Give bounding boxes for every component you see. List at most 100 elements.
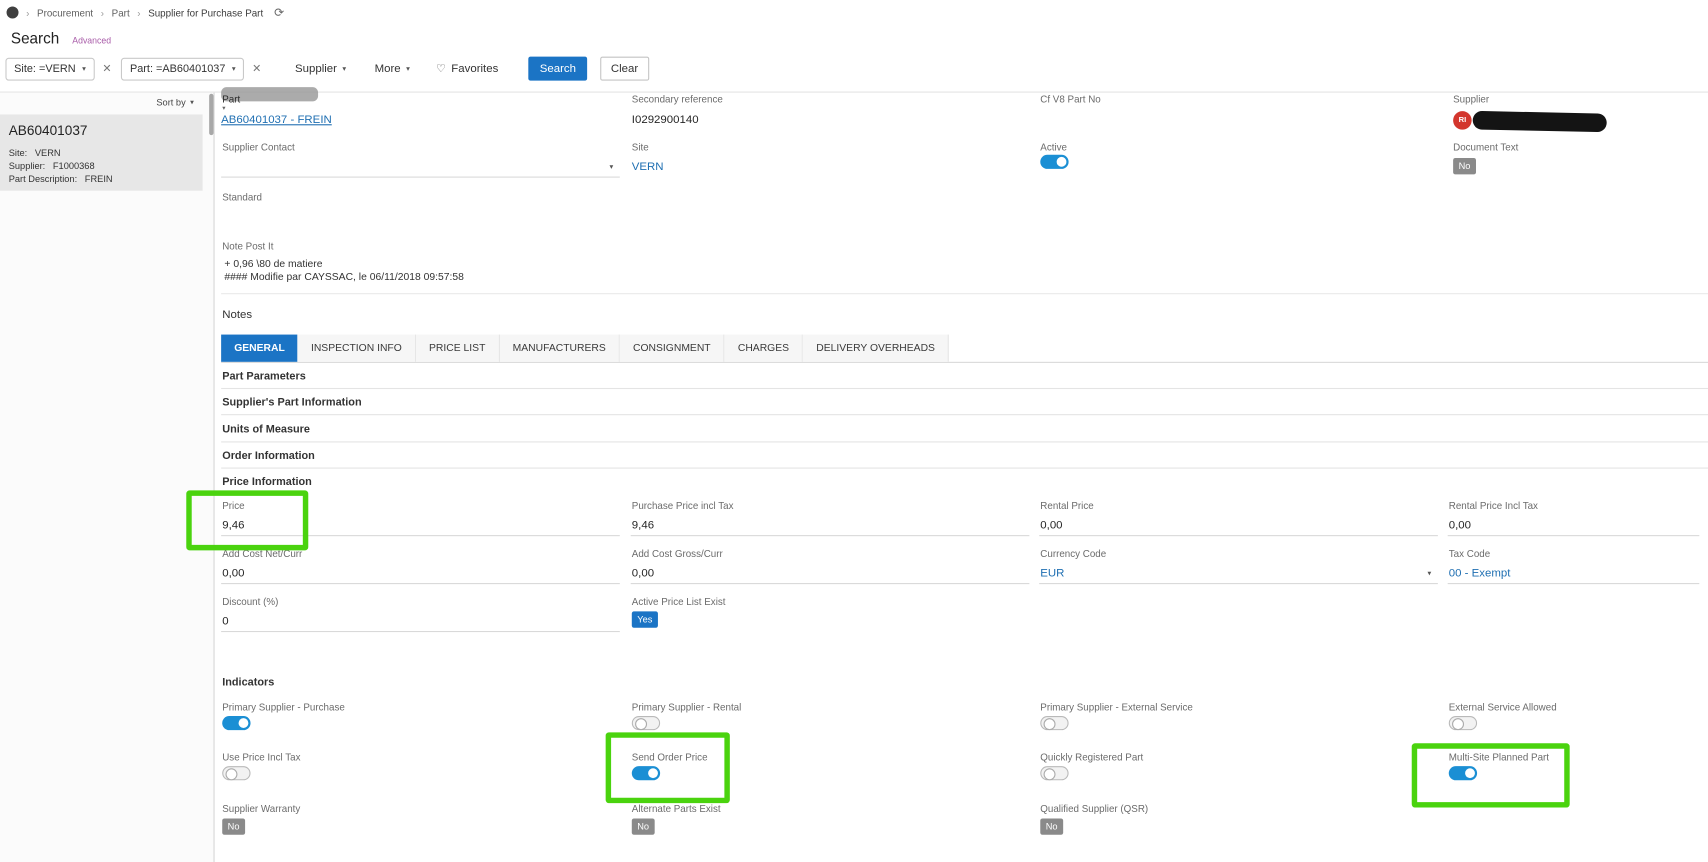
active-label: Active — [1040, 141, 1067, 153]
rental-price-value: 0,00 — [1040, 518, 1063, 532]
supplier-avatar: RI — [1453, 111, 1472, 130]
currency-code-select[interactable]: EUR ▾ — [1039, 565, 1438, 585]
site-link[interactable]: VERN — [632, 160, 664, 173]
add-cost-gross-curr-input[interactable]: 0,00 — [630, 565, 1030, 585]
note-post-it-underline — [221, 293, 1708, 295]
result-item-supplier-value: F1000368 — [52, 160, 95, 172]
rental-price-incl-tax-label: Rental Price Incl Tax — [1448, 500, 1538, 512]
favorites-label: Favorites — [451, 62, 499, 76]
note-post-it-line-2[interactable]: #### Modifie par CAYSSAC, le 06/11/2018 … — [224, 271, 464, 283]
chevron-down-icon: ▾ — [1427, 569, 1432, 578]
supplier-filter-dropdown[interactable]: Supplier ▾ — [295, 62, 346, 75]
quickly-registered-part-toggle[interactable] — [1040, 766, 1069, 781]
use-price-incl-tax-label: Use Price Incl Tax — [222, 751, 301, 763]
multi-site-planned-part-toggle[interactable] — [1448, 766, 1478, 781]
standard-label: Standard — [222, 191, 263, 203]
chevron-right-icon: › — [100, 7, 105, 18]
tab-strip: GENERAL INSPECTION INFO PRICE LIST MANUF… — [221, 334, 1708, 363]
use-price-incl-tax-toggle[interactable] — [222, 766, 251, 781]
primary-supplier-rental-label: Primary Supplier - Rental — [631, 701, 742, 713]
currency-code-value[interactable]: EUR — [1040, 567, 1064, 580]
purchase-price-incl-tax-input[interactable]: 9,46 — [630, 517, 1030, 537]
breadcrumb-item-procurement[interactable]: Procurement — [37, 7, 93, 18]
favorites-button[interactable]: ♡ Favorites — [436, 62, 498, 75]
section-suppliers-part-information[interactable]: Supplier's Part Information — [221, 390, 1708, 416]
search-title: Search — [10, 29, 60, 47]
refresh-icon[interactable]: ⟳ — [274, 5, 284, 20]
search-button[interactable]: Search — [528, 56, 587, 81]
note-post-it-line-1[interactable]: + 0,96 \80 de matiere — [224, 258, 322, 270]
external-service-allowed-toggle[interactable] — [1448, 715, 1478, 731]
tab-inspection-info[interactable]: INSPECTION INFO — [297, 334, 416, 362]
result-item-site-row: Site: VERN — [9, 147, 194, 158]
site-filter-remove-icon[interactable]: ✕ — [102, 63, 111, 75]
supplier-contact-label: Supplier Contact — [222, 141, 295, 153]
site-label: Site — [631, 141, 649, 153]
tab-consignment[interactable]: CONSIGNMENT — [619, 334, 725, 362]
notes-section-header: Notes — [222, 308, 253, 322]
price-input[interactable]: 9,46 — [221, 517, 620, 537]
part-filter-chip[interactable]: Part: =AB60401037 ▾ — [121, 57, 245, 81]
supplier-warranty-label: Supplier Warranty — [222, 803, 301, 815]
supplier-dropdown-label: Supplier — [294, 62, 337, 76]
price-value: 9,46 — [222, 518, 245, 532]
add-cost-gross-curr-label: Add Cost Gross/Curr — [631, 548, 723, 560]
tab-delivery-overheads[interactable]: DELIVERY OVERHEADS — [803, 334, 950, 362]
chevron-down-icon: ▾ — [190, 99, 194, 107]
primary-supplier-external-service-label: Primary Supplier - External Service — [1040, 701, 1193, 713]
site-filter-chip[interactable]: Site: =VERN ▾ — [5, 57, 95, 81]
tab-price-list[interactable]: PRICE LIST — [415, 334, 500, 362]
secondary-reference-value: I0292900140 — [631, 113, 699, 127]
supplier-label: Supplier — [1453, 93, 1490, 105]
section-part-parameters[interactable]: Part Parameters — [221, 364, 1708, 390]
part-link[interactable]: AB60401037 - FREIN — [221, 113, 332, 126]
site-filter-label: Site: =VERN — [14, 62, 76, 75]
breadcrumb-item-part[interactable]: Part — [112, 7, 130, 18]
tax-code-value[interactable]: 00 - Exempt — [1449, 567, 1511, 580]
rental-price-input[interactable]: 0,00 — [1039, 517, 1438, 537]
heart-icon: ♡ — [436, 62, 446, 75]
annotation-box-send-order-price — [605, 732, 730, 804]
add-cost-net-curr-input[interactable]: 0,00 — [221, 565, 620, 585]
sort-by-dropdown[interactable]: Sort by ▾ — [156, 97, 194, 108]
supplier-name-redaction — [1472, 110, 1607, 133]
section-units-of-measure[interactable]: Units of Measure — [221, 417, 1708, 443]
alternate-parts-exist-badge: No — [631, 818, 655, 835]
supplier-warranty-badge: No — [222, 818, 245, 835]
app-icon[interactable] — [6, 6, 19, 19]
chevron-down-icon: ▾ — [342, 65, 347, 74]
breadcrumb-item-current-page[interactable]: Supplier for Purchase Part — [148, 7, 263, 18]
purchase-price-incl-tax-value: 9,46 — [631, 518, 655, 532]
part-filter-remove-icon[interactable]: ✕ — [252, 63, 261, 75]
section-indicators[interactable]: Indicators — [222, 677, 274, 689]
send-order-price-toggle[interactable] — [631, 766, 661, 781]
section-price-information[interactable]: Price Information — [221, 470, 1708, 495]
primary-supplier-purchase-toggle[interactable] — [222, 715, 251, 731]
tab-charges[interactable]: CHARGES — [724, 334, 804, 362]
tax-code-input[interactable]: 00 - Exempt — [1447, 565, 1700, 585]
scrollbar-thumb[interactable] — [209, 93, 214, 136]
active-toggle[interactable] — [1040, 154, 1069, 169]
multi-site-planned-part-label: Multi-Site Planned Part — [1448, 751, 1550, 763]
result-item-supplier-row: Supplier: F1000368 — [9, 160, 194, 171]
part-filter-label: Part: =AB60401037 — [129, 62, 226, 75]
more-filters-dropdown[interactable]: More ▾ — [375, 62, 410, 75]
chevron-down-icon: ▾ — [231, 65, 236, 74]
clear-button[interactable]: Clear — [599, 56, 650, 81]
primary-supplier-external-service-toggle[interactable] — [1040, 715, 1069, 731]
discount-value: 0 — [222, 614, 229, 628]
more-dropdown-label: More — [374, 62, 401, 76]
tab-general[interactable]: GENERAL — [221, 334, 298, 362]
secondary-reference-label: Secondary reference — [631, 93, 723, 105]
supplier-contact-input[interactable]: ▾ — [221, 158, 620, 178]
rental-price-incl-tax-input[interactable]: 0,00 — [1447, 517, 1700, 537]
result-item-supplier-label: Supplier: — [8, 160, 46, 172]
discount-input[interactable]: 0 — [221, 612, 620, 633]
result-list-item-selected[interactable]: AB60401037 Site: VERN Supplier: F1000368… — [0, 114, 203, 191]
section-order-information[interactable]: Order Information — [221, 444, 1708, 469]
tab-manufacturers[interactable]: MANUFACTURERS — [499, 334, 620, 362]
primary-supplier-rental-toggle[interactable] — [631, 715, 661, 731]
primary-supplier-purchase-label: Primary Supplier - Purchase — [222, 701, 345, 713]
result-item-part-description-row: Part Description: FREIN — [9, 173, 194, 184]
advanced-search-link[interactable]: Advanced — [72, 36, 111, 46]
